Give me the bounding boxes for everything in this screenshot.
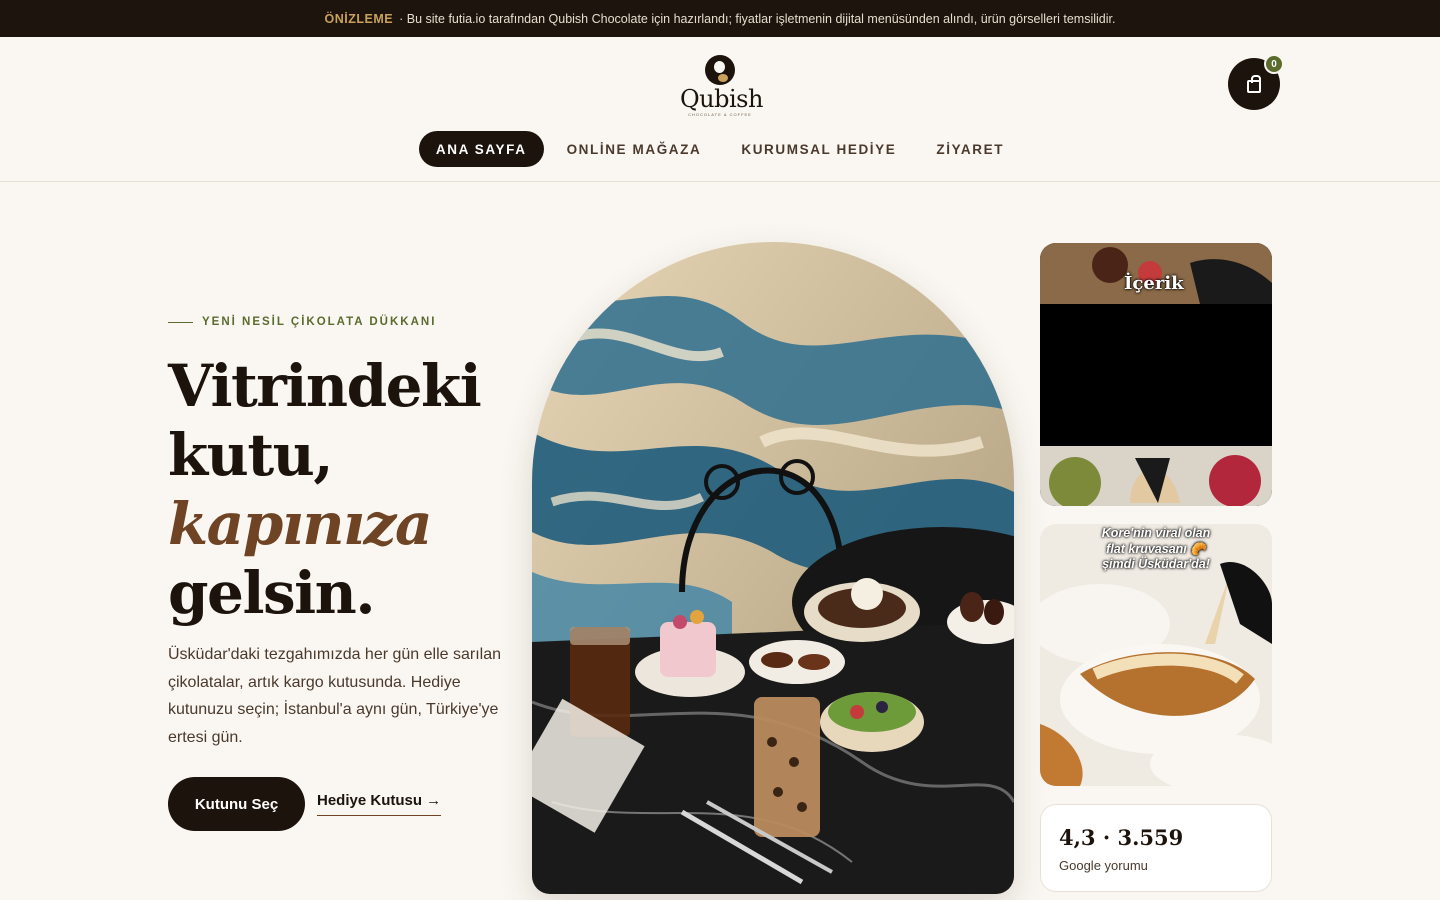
logo-tagline: CHOCOLATE & COFFEE <box>688 112 752 117</box>
hero-headline: Vitrindeki kutu, kapınıza gelsin. <box>168 352 528 628</box>
eyebrow-text: YENİ NESİL ÇİKOLATA DÜKKANI <box>202 316 437 328</box>
video-card-ingredients[interactable]: İçerik <box>1040 243 1272 506</box>
nav-item-visit[interactable]: ZİYARET <box>919 131 1021 167</box>
nav-item-online-store[interactable]: ONLİNE MAĞAZA <box>550 131 719 167</box>
headline-line-4: gelsin. <box>168 559 376 627</box>
headline-line-1: Vitrindeki <box>168 352 482 420</box>
main-nav: ANA SAYFA ONLİNE MAĞAZA KURUMSAL HEDİYE … <box>0 131 1440 167</box>
rating-value: 4,3 · 3.559 <box>1059 825 1184 850</box>
croissant-caption: Kore'nin viral olan flat kruvasanı 🥐 şim… <box>1070 526 1242 573</box>
croissant-caption-line-3: şimdi Üsküdar'da! <box>1102 557 1210 571</box>
croissant-caption-line-2: flat kruvasanı 🥐 <box>1106 541 1206 556</box>
preview-tag: ÖNİZLEME <box>324 11 394 26</box>
hero-description: Üsküdar'daki tezgahımızda her gün elle s… <box>168 646 502 746</box>
headline-line-2: kutu, <box>168 421 334 489</box>
hero-image <box>532 242 1014 894</box>
logo[interactable]: Qubish CHOCOLATE & COFFEE <box>680 53 763 121</box>
preview-text: · Bu site futia.io tarafından Qubish Cho… <box>399 11 1116 26</box>
nav-item-home[interactable]: ANA SAYFA <box>418 131 544 167</box>
video-card-croissant[interactable]: Kore'nin viral olan flat kruvasanı 🥐 şim… <box>1040 524 1272 786</box>
cart-count-badge: 0 <box>1264 54 1284 74</box>
shopping-bag-icon <box>1247 74 1261 93</box>
logo-mark-icon <box>705 55 735 85</box>
hero-eyebrow: YENİ NESİL ÇİKOLATA DÜKKANI <box>168 316 436 328</box>
ingredients-caption: İçerik <box>1124 273 1184 294</box>
logo-text: Qubish <box>680 85 763 113</box>
eyebrow-divider <box>168 321 193 323</box>
rating-label: Google yorumu <box>1059 858 1148 873</box>
preview-banner: ÖNİZLEME · Bu site futia.io tarafından Q… <box>0 0 1440 37</box>
gift-box-link[interactable]: Hediye Kutusu → <box>317 792 442 816</box>
nav-item-corporate-gift[interactable]: KURUMSAL HEDİYE <box>724 131 913 167</box>
choose-box-button[interactable]: Kutunu Seç <box>168 777 305 831</box>
site-header: Qubish CHOCOLATE & COFFEE 0 ANA SAYFA ON… <box>0 37 1440 182</box>
google-rating-card: 4,3 · 3.559 Google yorumu <box>1040 804 1272 892</box>
croissant-caption-line-1: Kore'nin viral olan <box>1101 526 1211 540</box>
headline-line-3: kapınıza <box>168 490 433 558</box>
